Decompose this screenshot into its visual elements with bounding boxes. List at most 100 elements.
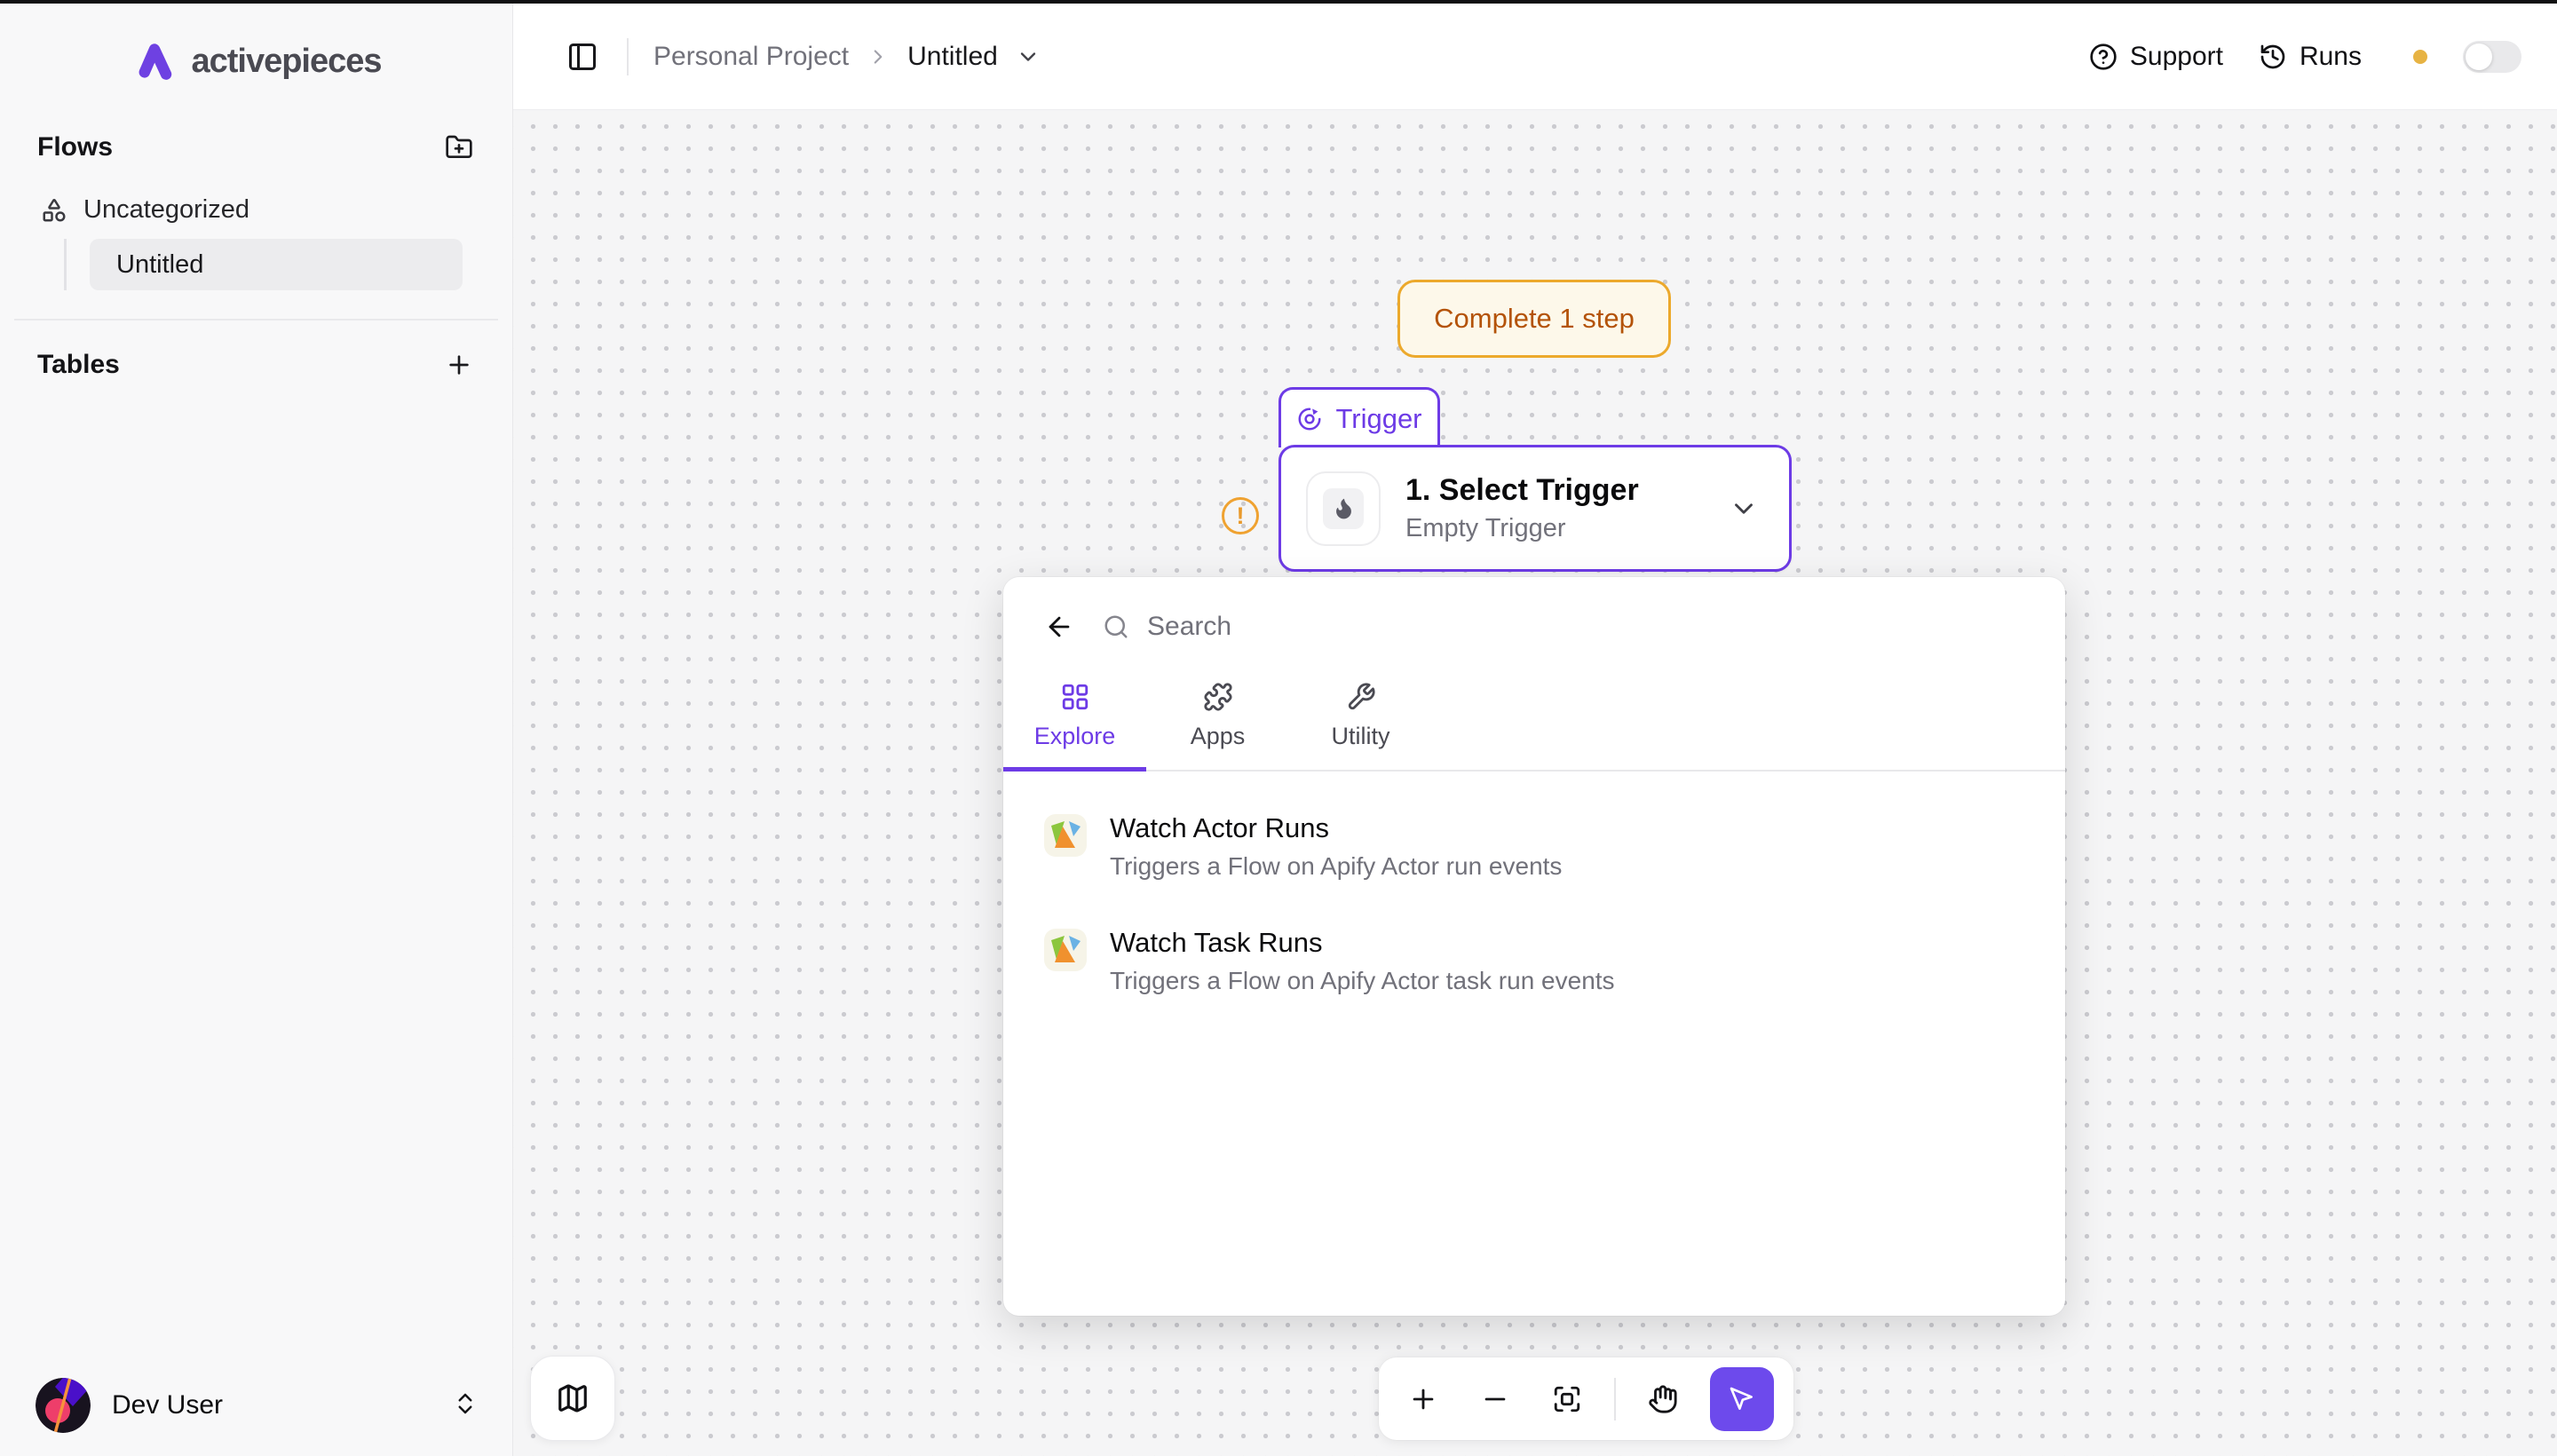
arrow-left-icon [1044, 612, 1074, 642]
warning-glyph: ! [1237, 502, 1245, 530]
canvas-toolbar [1379, 1357, 1793, 1440]
item-texts: Watch Actor Runs Triggers a Flow on Apif… [1110, 812, 1562, 881]
pan-tool-button[interactable] [1638, 1374, 1688, 1424]
user-menu[interactable]: Dev User [36, 1378, 479, 1433]
trigger-icon [1296, 406, 1323, 432]
breadcrumb-current[interactable]: Untitled [907, 42, 998, 72]
node-icon-bg [1323, 488, 1364, 529]
sidebar-item-uncategorized[interactable]: Uncategorized [41, 195, 477, 225]
support-label: Support [2130, 42, 2223, 72]
complete-step-banner[interactable]: Complete 1 step [1397, 280, 1671, 358]
tab-label: Utility [1332, 723, 1390, 750]
runs-label: Runs [2300, 42, 2362, 72]
node-subtitle: Empty Trigger [1405, 514, 1639, 543]
flows-section-header: Flows [37, 130, 477, 165]
flame-icon [1332, 496, 1356, 520]
tab-utility[interactable]: Utility [1289, 677, 1432, 770]
user-name: Dev User [112, 1390, 223, 1420]
puzzle-icon [1203, 682, 1233, 712]
zoom-out-button[interactable] [1470, 1374, 1520, 1424]
runs-button[interactable]: Runs [2259, 42, 2362, 72]
item-description: Triggers a Flow on Apify Actor run event… [1110, 852, 1562, 881]
node-expand-button[interactable] [1729, 494, 1759, 524]
item-description: Triggers a Flow on Apify Actor task run … [1110, 967, 1615, 995]
mouse-pointer-icon [1728, 1385, 1756, 1413]
main-area: Personal Project Untitled Support [513, 4, 2557, 1456]
layout-grid-icon [1060, 682, 1090, 712]
chevron-down-icon [1729, 494, 1759, 524]
map-icon [556, 1381, 590, 1415]
tables-section-header: Tables [37, 347, 477, 383]
avatar [36, 1378, 91, 1433]
publish-toggle[interactable] [2463, 41, 2521, 73]
zoom-in-button[interactable] [1398, 1374, 1448, 1424]
history-icon [2259, 43, 2287, 71]
hand-icon [1648, 1384, 1678, 1414]
sidebar-divider [14, 319, 498, 320]
logo: activepieces [0, 37, 512, 85]
popup-tabs: Explore Apps Utility [1003, 677, 2065, 772]
popup-search-row [1003, 577, 2065, 677]
toggle-knob [2466, 44, 2492, 70]
fullscreen-icon [1552, 1384, 1582, 1414]
new-folder-button[interactable] [441, 130, 477, 165]
search-input[interactable] [1147, 612, 2024, 642]
list-item-watch-task-runs[interactable]: Watch Task Runs Triggers a Flow on Apify… [1003, 916, 2065, 1006]
plus-icon [445, 351, 473, 379]
search-icon [1103, 613, 1129, 640]
activepieces-logo-icon [131, 37, 178, 85]
apify-logo-icon [1044, 814, 1087, 857]
breadcrumb-project[interactable]: Personal Project [653, 42, 849, 72]
select-tool-button[interactable] [1710, 1367, 1774, 1431]
avatar-image [36, 1378, 91, 1433]
item-title: Watch Task Runs [1110, 927, 1615, 959]
minus-icon [1480, 1384, 1510, 1414]
flow-canvas[interactable]: Complete 1 step Trigger 1. Select Trigge… [513, 110, 2557, 1456]
logo-text: activepieces [191, 43, 381, 81]
toolbar-divider [1614, 1378, 1616, 1420]
list-item-watch-actor-runs[interactable]: Watch Actor Runs Triggers a Flow on Apif… [1003, 802, 2065, 891]
sidebar-spacer [0, 383, 512, 1378]
banner-label: Complete 1 step [1434, 303, 1635, 335]
flow-name-menu-button[interactable] [1016, 44, 1041, 69]
app-root: activepieces Flows Uncategorized Untitle… [0, 4, 2557, 1456]
tab-label: Explore [1034, 723, 1116, 750]
tables-title: Tables [37, 350, 120, 380]
node-title: 1. Select Trigger [1405, 473, 1639, 508]
folder-plus-icon [445, 133, 473, 162]
apify-logo-icon [1044, 929, 1087, 971]
panel-left-icon [566, 41, 598, 73]
status-dot [2413, 50, 2427, 64]
trigger-picker-popup: Explore Apps Utility Watc [1003, 577, 2065, 1316]
add-table-button[interactable] [441, 347, 477, 383]
help-circle-icon [2089, 43, 2118, 71]
wrench-icon [1346, 682, 1376, 712]
item-title: Watch Actor Runs [1110, 812, 1562, 844]
sidebar-item-flow-untitled[interactable]: Untitled [90, 239, 463, 290]
node-warning-badge: ! [1222, 497, 1259, 534]
sidebar-toggle-button[interactable] [563, 37, 602, 76]
trigger-tab[interactable]: Trigger [1278, 387, 1440, 447]
breadcrumb: Personal Project Untitled [653, 42, 1041, 72]
chevron-down-icon [1016, 44, 1041, 69]
topbar-left: Personal Project Untitled [563, 37, 1041, 76]
plus-icon [1408, 1384, 1438, 1414]
shapes-icon [41, 197, 67, 224]
minimap-button[interactable] [530, 1356, 615, 1441]
node-icon-frame [1306, 471, 1381, 546]
back-button[interactable] [1044, 612, 1074, 642]
search-box [1103, 612, 2024, 642]
trigger-node[interactable]: 1. Select Trigger Empty Trigger [1278, 445, 1792, 572]
tab-apps[interactable]: Apps [1146, 677, 1289, 770]
node-texts: 1. Select Trigger Empty Trigger [1405, 473, 1639, 543]
fit-to-view-button[interactable] [1542, 1374, 1592, 1424]
flow-tree: Untitled [64, 239, 463, 290]
chevrons-up-down-icon [452, 1390, 479, 1421]
topbar-divider [627, 38, 629, 75]
support-button[interactable]: Support [2089, 42, 2223, 72]
item-texts: Watch Task Runs Triggers a Flow on Apify… [1110, 927, 1615, 995]
sidebar: activepieces Flows Uncategorized Untitle… [0, 4, 513, 1456]
tab-explore[interactable]: Explore [1003, 677, 1146, 770]
trigger-tab-label: Trigger [1335, 403, 1421, 435]
topbar: Personal Project Untitled Support [513, 4, 2557, 110]
